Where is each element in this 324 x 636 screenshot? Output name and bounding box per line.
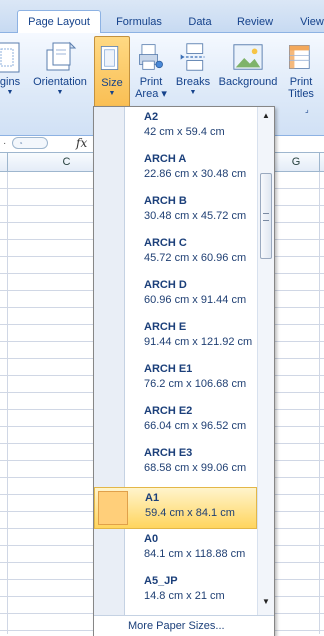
tab-page-layout[interactable]: Page Layout xyxy=(17,10,101,33)
size-label: Size xyxy=(101,77,123,89)
menu-scrollbar[interactable]: ▲ ▼ xyxy=(257,107,274,615)
paper-size-name: ARCH A xyxy=(144,153,187,165)
paper-size-dims: 68.58 cm x 99.06 cm xyxy=(144,462,247,474)
paper-size-menu: A2 42 cm x 59.4 cm ARCH A 22.86 cm x 30.… xyxy=(93,106,275,636)
print-titles-sublabel: Titles xyxy=(288,88,314,100)
formula-bar-grip[interactable]: ◔ xyxy=(12,137,48,149)
paper-size-name: ARCH E xyxy=(144,321,187,333)
paper-size-item-arch-e[interactable]: ARCH E 91.44 cm x 121.92 cm xyxy=(94,317,257,359)
paper-size-item-arch-e1[interactable]: ARCH E1 76.2 cm x 106.68 cm xyxy=(94,359,257,401)
chevron-down-icon: ▼ xyxy=(189,89,197,96)
paper-size-name: ARCH D xyxy=(144,279,187,291)
paper-size-item-arch-d[interactable]: ARCH D 60.96 cm x 91.44 cm xyxy=(94,275,257,317)
chevron-down-icon: ▼ xyxy=(6,89,14,96)
insert-function-icon[interactable]: fx xyxy=(76,136,87,150)
print-area-label: Print xyxy=(139,76,163,88)
paper-size-item-a5-jp[interactable]: A5_JP 14.8 cm x 21 cm xyxy=(94,571,257,613)
print-area-sublabel: Area ▾ xyxy=(135,88,167,100)
paper-size-dims: 59.4 cm x 84.1 cm xyxy=(145,507,235,519)
chevron-down-icon: ▼ xyxy=(108,90,116,97)
dialog-launcher-icon[interactable]: ⌟ xyxy=(305,105,314,114)
margins-button[interactable]: gins ▼ xyxy=(0,36,28,120)
orientation-icon xyxy=(46,41,77,71)
selected-size-icon xyxy=(98,491,128,525)
grip-icon xyxy=(263,213,269,221)
breaks-icon xyxy=(180,43,205,71)
orientation-label: Orientation xyxy=(33,76,87,88)
tab-formulas[interactable]: Formulas xyxy=(107,12,171,32)
paper-size-item-arch-a[interactable]: ARCH A 22.86 cm x 30.48 cm xyxy=(94,149,257,191)
tab-data[interactable]: Data xyxy=(178,12,222,32)
paper-size-name: A0 xyxy=(144,533,159,545)
chevron-down-icon: ▼ xyxy=(56,89,64,96)
paper-size-item-arch-e2[interactable]: ARCH E2 66.04 cm x 96.52 cm xyxy=(94,401,257,443)
print-titles-icon xyxy=(289,45,310,69)
paper-size-item-arch-b[interactable]: ARCH B 30.48 cm x 45.72 cm xyxy=(94,191,257,233)
name-box-edge: · xyxy=(3,138,7,149)
paper-size-dims: 60.96 cm x 91.44 cm xyxy=(144,294,247,306)
background-icon xyxy=(233,44,263,70)
paper-size-item-arch-c[interactable]: ARCH C 45.72 cm x 60.96 cm xyxy=(94,233,257,275)
margins-label: gins xyxy=(0,76,21,88)
more-paper-sizes-label: More Paper Sizes... xyxy=(128,620,225,632)
paper-size-dims: 14.8 cm x 21 cm xyxy=(144,590,225,602)
background-label: Background xyxy=(218,76,278,88)
paper-size-name: ARCH E3 xyxy=(144,447,193,459)
print-titles-label: Print xyxy=(289,76,313,88)
paper-size-item-a0[interactable]: A0 84.1 cm x 118.88 cm xyxy=(94,529,257,571)
paper-size-list: A2 42 cm x 59.4 cm ARCH A 22.86 cm x 30.… xyxy=(94,107,257,615)
paper-size-dims: 84.1 cm x 118.88 cm xyxy=(144,548,246,560)
scroll-up-arrow-icon[interactable]: ▲ xyxy=(258,109,274,123)
paper-size-dims: 76.2 cm x 106.68 cm xyxy=(144,378,247,390)
column-header-g[interactable]: G xyxy=(273,153,320,171)
paper-size-name: ARCH E2 xyxy=(144,405,193,417)
page-size-icon xyxy=(100,46,119,70)
paper-size-dims: 22.86 cm x 30.48 cm xyxy=(144,168,247,180)
paper-size-name: ARCH B xyxy=(144,195,187,207)
paper-size-name: A2 xyxy=(144,111,159,123)
paper-size-dims: 91.44 cm x 121.92 cm xyxy=(144,336,253,348)
more-paper-sizes-item[interactable]: More Paper Sizes... xyxy=(94,615,274,636)
print-area-icon xyxy=(139,44,163,70)
paper-size-dims: 42 cm x 59.4 cm xyxy=(144,126,225,138)
paper-size-name: A1 xyxy=(145,492,160,504)
breaks-label: Breaks xyxy=(175,76,211,88)
paper-size-item-arch-e3[interactable]: ARCH E3 68.58 cm x 99.06 cm xyxy=(94,443,257,485)
paper-size-item-a1[interactable]: A1 59.4 cm x 84.1 cm xyxy=(94,487,257,529)
tab-review[interactable]: Review xyxy=(228,12,282,32)
paper-size-name: A5_JP xyxy=(144,575,178,587)
paper-size-dims: 45.72 cm x 60.96 cm xyxy=(144,252,247,264)
ribbon-tab-bar: Page Layout Formulas Data Review View xyxy=(0,0,324,33)
orientation-button[interactable]: Orientation ▼ xyxy=(30,36,90,120)
paper-size-dims: 66.04 cm x 96.52 cm xyxy=(144,420,247,432)
paper-size-name: ARCH C xyxy=(144,237,187,249)
margins-icon xyxy=(0,42,20,73)
tab-view[interactable]: View xyxy=(290,12,324,32)
scrollbar-thumb[interactable] xyxy=(260,173,272,259)
paper-size-name: ARCH E1 xyxy=(144,363,193,375)
paper-size-dims: 30.48 cm x 45.72 cm xyxy=(144,210,247,222)
select-all-corner[interactable] xyxy=(0,153,8,171)
scroll-down-arrow-icon[interactable]: ▼ xyxy=(258,595,274,609)
paper-size-item-a2[interactable]: A2 42 cm x 59.4 cm xyxy=(94,107,257,149)
